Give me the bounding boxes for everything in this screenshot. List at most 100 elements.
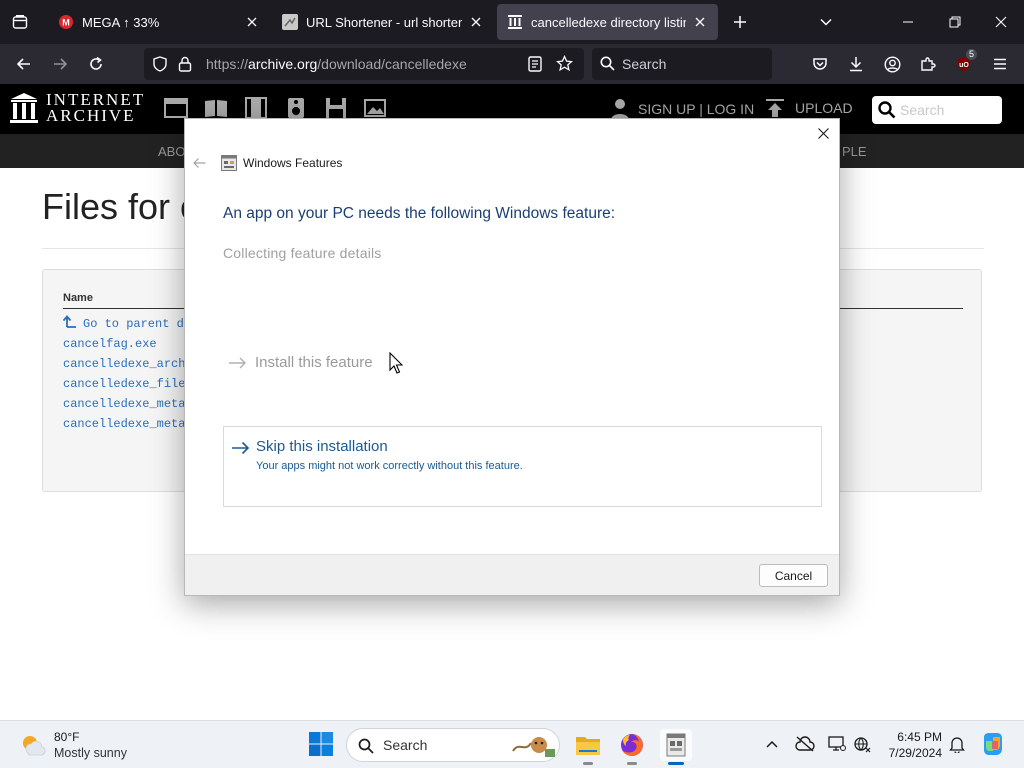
show-hidden-icons-button[interactable]: [761, 733, 783, 755]
close-window-button[interactable]: [985, 6, 1017, 38]
network-globe-icon: [854, 737, 871, 753]
skip-installation-option[interactable]: Skip this installation Your apps might n…: [223, 426, 822, 507]
windows-features-icon: [221, 155, 237, 171]
firefox-icon: [621, 734, 643, 756]
archive-search-placeholder: Search: [900, 102, 945, 118]
ublock-origin-button[interactable]: uO 5: [948, 48, 980, 80]
pocket-button[interactable]: [804, 48, 836, 80]
parent-directory-link[interactable]: Go to parent d: [62, 314, 185, 334]
audio-speaker-icon[interactable]: [284, 96, 308, 120]
taskbar-windows-features[interactable]: [660, 729, 692, 765]
account-button[interactable]: [876, 48, 908, 80]
weather-description: Mostly sunny: [54, 746, 127, 760]
dialog-close-button[interactable]: [813, 123, 833, 143]
clock-date: 7/29/2024: [888, 746, 942, 760]
app-menu-button[interactable]: [984, 48, 1016, 80]
extensions-button[interactable]: [912, 48, 944, 80]
copilot-button[interactable]: [980, 731, 1006, 757]
nav-people-link[interactable]: PLE: [842, 144, 867, 159]
file-link[interactable]: cancelfag.exe: [63, 334, 185, 354]
cloud-off-icon: [795, 736, 815, 752]
sign-up-login-link[interactable]: SIGN UP | LOG IN: [610, 98, 754, 120]
file-link[interactable]: cancelledexe_meta: [63, 394, 185, 414]
arrow-left-icon: [16, 58, 30, 70]
new-tab-button[interactable]: [724, 6, 756, 38]
system-clock[interactable]: 6:45 PM 7/29/2024: [870, 729, 942, 761]
taskbar-file-explorer[interactable]: [572, 729, 604, 765]
tracking-protection-icon[interactable]: [152, 56, 168, 77]
nav-about-link[interactable]: ABO: [158, 144, 185, 159]
display-tray-icon[interactable]: [826, 733, 848, 755]
video-film-icon[interactable]: [244, 96, 268, 120]
firefox-view-button[interactable]: [0, 0, 40, 44]
archive-search-input[interactable]: Search: [872, 96, 1002, 124]
bookmark-star-icon[interactable]: [555, 54, 574, 77]
plus-icon: [734, 16, 746, 28]
close-icon: [817, 127, 829, 139]
extension-badge-count: 5: [965, 49, 977, 60]
weather-widget[interactable]: 80°F Mostly sunny: [18, 729, 127, 761]
svg-text:M: M: [62, 18, 70, 28]
tab-cancelledexe[interactable]: cancelledexe directory listing: [497, 4, 718, 40]
status-message: Collecting feature details: [223, 245, 382, 261]
back-button[interactable]: [8, 48, 40, 80]
arrow-left-icon: [192, 158, 205, 168]
taskbar-search-box[interactable]: Search: [346, 728, 560, 762]
firefox-view-icon: [12, 15, 28, 29]
download-icon: [850, 57, 862, 72]
close-tab-icon[interactable]: [244, 14, 260, 30]
puzzle-icon: [921, 57, 936, 71]
upload-link[interactable]: UPLOAD: [765, 98, 853, 118]
browser-search-box[interactable]: Search: [592, 48, 772, 80]
tab-title: MEGA ↑ 33%: [82, 14, 160, 30]
texts-book-icon[interactable]: [204, 96, 228, 120]
arrow-right-icon: [232, 441, 250, 455]
address-bar[interactable]: https://archive.org/download/cancelledex…: [144, 48, 584, 80]
minimize-window-button[interactable]: [892, 6, 924, 38]
internet-archive-logo[interactable]: INTERNET ARCHIVE: [10, 91, 145, 124]
restore-window-button[interactable]: [939, 6, 971, 38]
downloads-button[interactable]: [840, 48, 872, 80]
tab-mega[interactable]: M MEGA ↑ 33%: [48, 4, 270, 40]
tab-url-shortener[interactable]: URL Shortener - url shortening: [272, 4, 494, 40]
list-all-tabs-button[interactable]: [810, 6, 842, 38]
mega-icon: M: [58, 14, 74, 30]
reader-view-icon[interactable]: [528, 56, 542, 77]
cancel-button[interactable]: Cancel: [759, 564, 828, 587]
page-title: Files for c: [42, 186, 199, 227]
mouse-cursor-icon: [389, 352, 403, 374]
dialog-back-button[interactable]: [191, 155, 207, 171]
weather-temperature: 80°F: [54, 730, 80, 744]
browser-navigation-bar: https://archive.org/download/cancelledex…: [0, 44, 1024, 84]
dialog-heading: An app on your PC needs the following Wi…: [223, 205, 616, 222]
tab-title: cancelledexe directory listing: [531, 14, 686, 30]
column-header-name[interactable]: Name: [63, 292, 93, 304]
windows-features-icon: [666, 733, 686, 757]
reload-button[interactable]: [80, 48, 112, 80]
file-link[interactable]: cancelledexe_file: [63, 374, 185, 394]
logo-wordmark: INTERNET ARCHIVE: [46, 91, 145, 124]
archive-columns-icon: [507, 14, 523, 30]
url-shortener-icon: [282, 14, 298, 30]
forward-button[interactable]: [44, 48, 76, 80]
file-link[interactable]: cancelledexe_arch: [63, 354, 185, 374]
up-arrow-icon: [62, 315, 76, 328]
notifications-button[interactable]: [946, 733, 968, 755]
web-icon[interactable]: [164, 96, 188, 120]
install-feature-option[interactable]: Install this feature: [229, 354, 373, 371]
sign-up-login-text: SIGN UP | LOG IN: [638, 101, 755, 117]
images-icon[interactable]: [364, 96, 388, 120]
close-tab-icon[interactable]: [468, 14, 484, 30]
taskbar-firefox[interactable]: [616, 729, 648, 765]
search-icon: [878, 101, 896, 122]
windows-start-icon[interactable]: [308, 731, 334, 757]
file-link[interactable]: cancelledexe_meta: [63, 414, 185, 434]
close-tab-icon[interactable]: [692, 14, 708, 30]
reload-icon: [90, 56, 102, 70]
onedrive-tray-icon[interactable]: [794, 733, 816, 755]
url-prefix: https://: [206, 56, 249, 72]
lock-icon[interactable]: [178, 56, 192, 77]
software-floppy-icon[interactable]: [324, 96, 348, 120]
close-icon: [995, 16, 1007, 28]
taskbar-search-placeholder: Search: [383, 737, 428, 753]
